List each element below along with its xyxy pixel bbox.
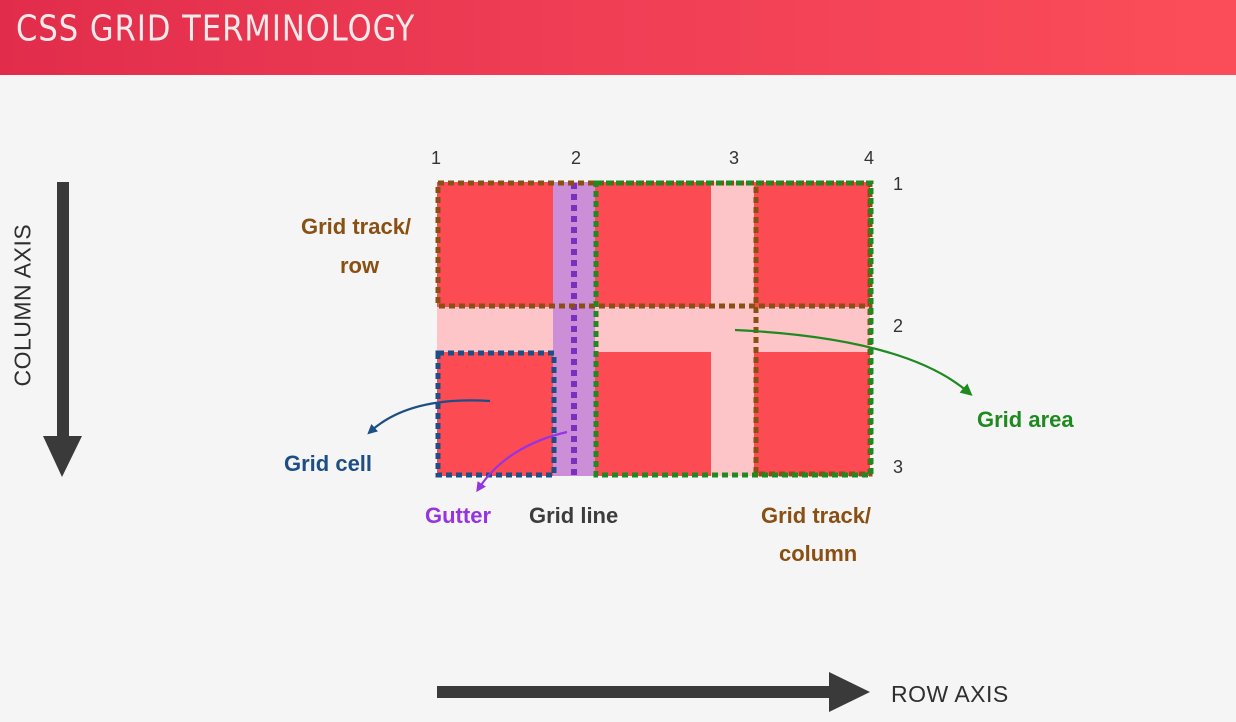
grid-line-label: Grid line	[529, 503, 619, 528]
row-line-number-2: 2	[893, 316, 904, 336]
gutter-label: Gutter	[425, 503, 491, 528]
grid-cell-r2c3	[754, 352, 870, 476]
column-line-number-1: 1	[431, 148, 442, 168]
grid-track-row-label-line2: row	[340, 253, 380, 278]
grid-track-column-label-line2: column	[779, 541, 858, 566]
grid-cell-r2c2	[595, 352, 711, 476]
grid-cell-label: Grid cell	[284, 451, 373, 476]
row-axis-label: ROW AXIS	[891, 681, 1009, 707]
row-line-number-3: 3	[893, 457, 904, 477]
grid-diagram	[43, 180, 973, 712]
grid-cell-r1c3	[754, 182, 870, 307]
grid-cell-r1c1	[437, 182, 553, 307]
column-line-number-2: 2	[571, 148, 582, 168]
grid-area-label: Grid area	[977, 407, 1074, 432]
row-line-number-1: 1	[893, 174, 904, 194]
column-axis-shaft	[57, 182, 69, 444]
grid-track-column-label-line1: Grid track/	[761, 503, 872, 528]
column-axis-arrowhead	[43, 436, 82, 477]
column-line-number-3: 3	[729, 148, 740, 168]
column-line-number-4: 4	[864, 148, 875, 168]
grid-cell-r2c1	[437, 352, 553, 476]
grid-track-row-label-line1: Grid track/	[301, 214, 412, 239]
row-axis-shaft	[437, 686, 835, 698]
column-axis-label: COLUMN AXIS	[9, 223, 36, 387]
grid-cell-r1c2	[595, 182, 711, 307]
row-axis-arrowhead	[829, 672, 870, 712]
